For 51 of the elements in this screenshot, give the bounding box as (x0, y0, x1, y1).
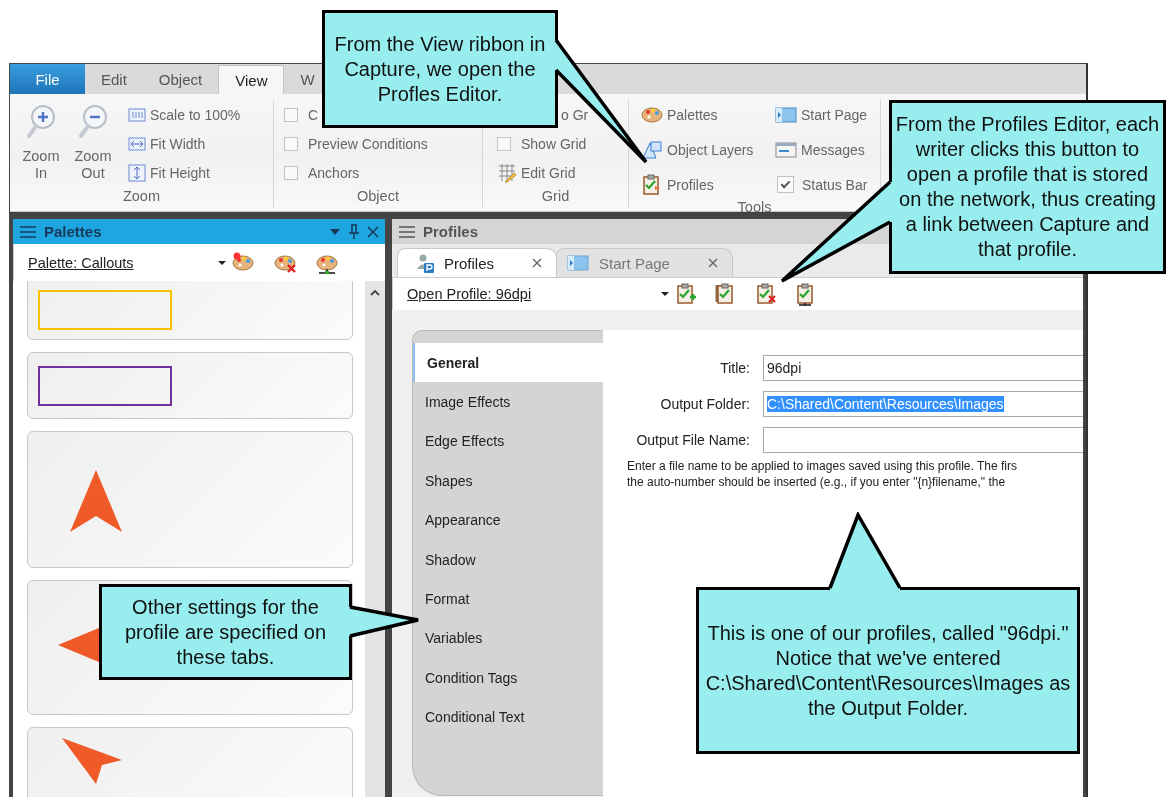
field-label: Title: (719, 360, 750, 376)
settings-tab[interactable]: Shapes (413, 461, 603, 501)
tool-button[interactable]: Palettes (641, 100, 769, 129)
checkbox-label: Status Bar (802, 176, 868, 193)
settings-tab[interactable]: Shadow (413, 539, 603, 580)
edit-grid-button[interactable]: Edit Grid (497, 158, 589, 187)
zoom-button[interactable]: Zoom In (18, 100, 64, 188)
settings-tab[interactable]: Condition Tags (413, 658, 603, 698)
checkbox-label: C (308, 106, 319, 123)
tool-button[interactable]: Object Layers (641, 135, 769, 164)
tool-button[interactable]: Start Page (775, 100, 885, 129)
checkbox-label: Show Grid (521, 135, 587, 152)
checkbox-label: Preview Conditions (308, 135, 428, 152)
profile-dropdown[interactable]: Open Profile: 96dpi (407, 286, 532, 302)
ribbon-tab[interactable]: View (218, 65, 285, 94)
panel-title: Profiles (423, 223, 479, 240)
snap-grid-label: o Gr (561, 106, 589, 123)
document-tab[interactable]: Profiles (397, 248, 558, 277)
group-label: Tools (736, 199, 773, 215)
document-tab[interactable]: Start Page (556, 248, 733, 277)
help-text: the auto-number should be inserted (e.g., if you enter "{n}filename," the (627, 474, 1007, 490)
group-label: Grid (540, 188, 571, 206)
settings-tab[interactable]: Conditional Text (413, 697, 603, 737)
group-label: Object (356, 188, 400, 206)
callout: Other settings for the profile are specified on these tabs. (99, 584, 352, 680)
view-button[interactable]: Fit Height (128, 158, 241, 187)
callout: This is one of our profiles, called "96dpi." Notice that we've entered C:\Shared\Content\Resources\Images as the Output Folder. (696, 587, 1080, 754)
tool-button[interactable]: Profiles (641, 170, 769, 199)
settings-tab[interactable]: Edge Effects (413, 421, 603, 462)
text-field[interactable]: C:\Shared\Content\Resources\Images (763, 391, 1083, 417)
settings-tab[interactable]: General (413, 343, 603, 383)
file-menu-tab[interactable]: File (10, 64, 85, 94)
view-button[interactable]: Scale to 100% (128, 100, 241, 129)
settings-tab[interactable]: Image Effects (413, 382, 603, 422)
tool-button[interactable]: Messages (775, 135, 885, 164)
palette-dropdown[interactable]: Palette: Callouts (28, 254, 134, 271)
field-label: Output File Name: (635, 432, 750, 448)
view-button[interactable]: Fit Width (128, 129, 241, 158)
group-label: Zoom (121, 188, 162, 206)
text-field[interactable]: 96dpi (763, 355, 1083, 381)
settings-tab[interactable]: Appearance (413, 500, 603, 540)
zoom-button[interactable]: Zoom Out (70, 100, 116, 188)
ribbon-tab[interactable]: Edit (85, 65, 143, 94)
field-label: Output Folder: (659, 396, 750, 412)
panel-title: Palettes (44, 223, 102, 240)
settings-tab[interactable]: Format (413, 579, 603, 619)
ribbon-tab[interactable]: W (284, 65, 317, 94)
checkbox-label: Anchors (308, 164, 360, 181)
settings-tab[interactable]: Variables (413, 618, 603, 659)
ribbon-tab[interactable]: Object (142, 65, 219, 94)
help-text: Enter a file name to be applied to images saved using this profile. The firs (627, 458, 1018, 474)
